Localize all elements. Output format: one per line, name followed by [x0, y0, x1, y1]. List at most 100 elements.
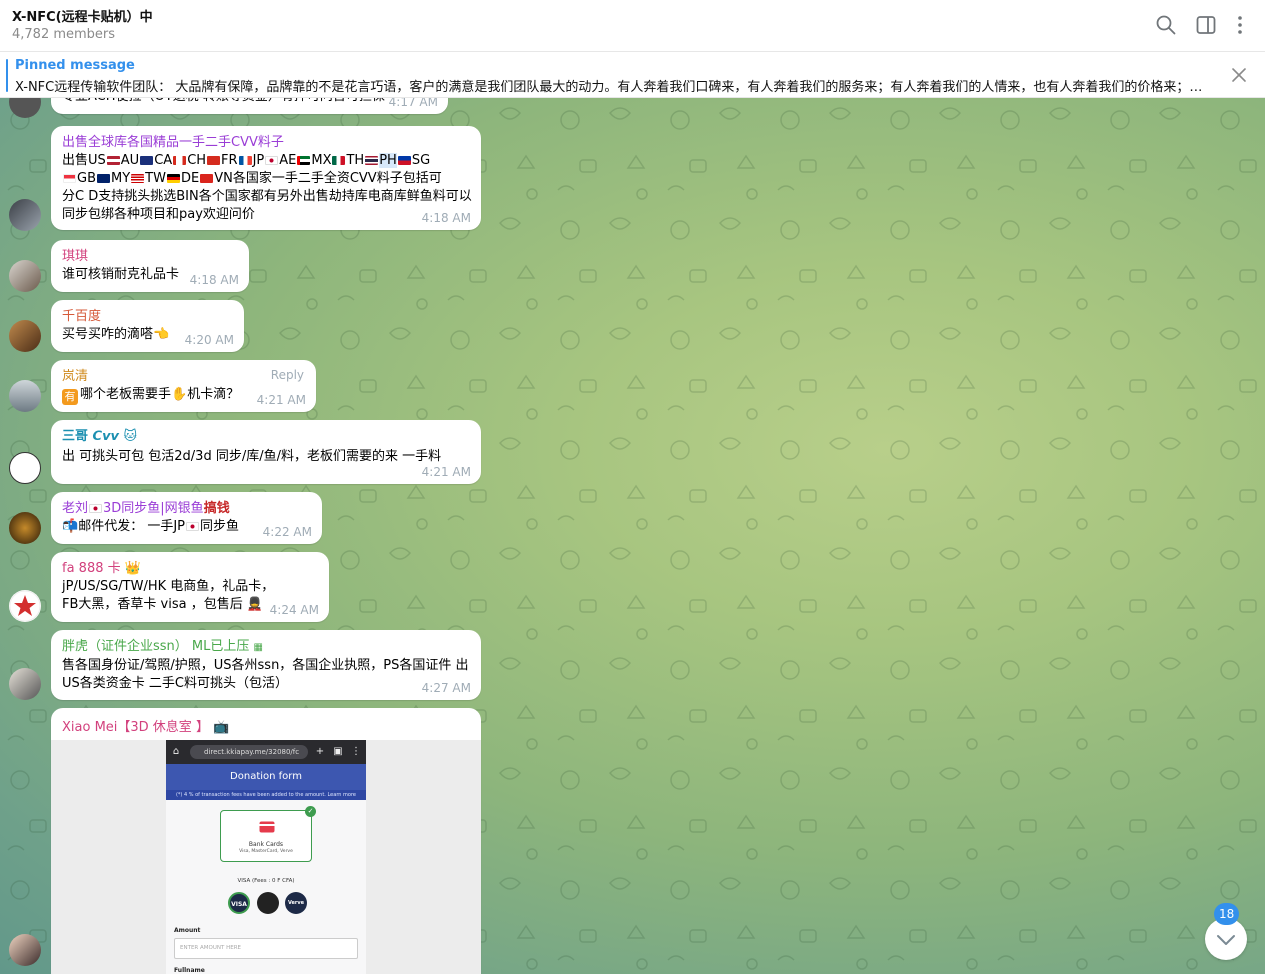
- message-text: 出 可挑头可包 包活2d/3d 同步/库/鱼/料，老板们需要的来 一手料: [62, 449, 442, 464]
- text-segment: AU: [120, 153, 140, 168]
- avatar[interactable]: [9, 320, 41, 352]
- avatar[interactable]: [9, 512, 41, 544]
- sender-name[interactable]: 岚清: [62, 368, 306, 386]
- amount-input: ENTER AMOUNT HERE: [174, 938, 358, 959]
- search-icon[interactable]: [1154, 13, 1178, 37]
- message-bubble[interactable]: 胖虎（证件企业ssn） ML已上压 ▦ 售各国身份证/驾照/护照，US各州ssn…: [51, 630, 481, 700]
- ch-flag-icon: [207, 156, 221, 165]
- sidebar-toggle-icon[interactable]: [1194, 13, 1218, 37]
- reply-button[interactable]: Reply: [271, 368, 304, 382]
- text-segment: FR: [221, 153, 238, 168]
- avatar[interactable]: [9, 668, 41, 700]
- visa-label: VISA (Fees : 0 F CFA): [237, 878, 295, 884]
- browser-url: direct.kkiapay.me/32080/fc: [190, 745, 308, 759]
- close-icon[interactable]: [1231, 67, 1247, 83]
- phone-screenshot: ⌂ direct.kkiapay.me/32080/fc + ▣ ⋮ Donat…: [166, 740, 366, 974]
- avatar[interactable]: [9, 452, 41, 484]
- text-segment: VN: [214, 171, 233, 186]
- sender-name[interactable]: 千百度: [62, 308, 234, 326]
- message-text: US各类资金卡 二手C料可挑头（包活）: [62, 676, 288, 691]
- text-segment: 出售US: [62, 153, 106, 168]
- sender-name[interactable]: 出售全球库各国精品一手二手CVV料子: [62, 134, 471, 152]
- sender-name[interactable]: 琪琪: [62, 248, 239, 266]
- message-bubble[interactable]: 出售全球库各国精品一手二手CVV料子 出售US AU CA CH FR JP AE MX TH P…: [51, 126, 481, 230]
- au-flag-icon: [140, 156, 154, 165]
- more-vertical-icon[interactable]: [1228, 13, 1252, 37]
- avatar[interactable]: [9, 199, 41, 231]
- tabs-icon: ▣: [333, 746, 343, 757]
- text-segment: GB: [77, 171, 96, 186]
- avatar[interactable]: [9, 260, 41, 292]
- text-segment: 同步鱼: [200, 519, 240, 534]
- message-bubble[interactable]: 三哥 𝘾𝙫𝙫 🐱 出 可挑头可包 包活2d/3d 同步/库/鱼/料，老板们需要的…: [51, 420, 481, 484]
- text-segment: FB大黑，香草卡 visa ，包售后: [62, 597, 243, 612]
- text-segment: Xiao Mei【3D 休息室 】: [62, 720, 209, 735]
- pinned-message-bar[interactable]: Pinned message X-NFC远程传输软件团队： 大品牌有保障，品牌靠…: [0, 52, 1265, 98]
- mailbox-emoji-icon: 📬: [62, 519, 79, 534]
- visa-icon: VISA: [228, 892, 250, 914]
- chat-header: X-NFC(远程卡贴机）中 4,782 members: [0, 0, 1265, 52]
- message-text: 分C D支持挑头挑选BIN各个国家都有另外出售劫持库电商库鲜鱼料可以: [62, 189, 472, 204]
- text-segment: CH: [187, 153, 207, 168]
- message-text: 出售US AU CA CH FR JP AE MX TH PH SG: [62, 152, 471, 170]
- pinned-indicator: [6, 59, 8, 92]
- guard-emoji-icon: 💂: [246, 597, 264, 612]
- verve-icon: Verve: [285, 892, 307, 914]
- sender-name[interactable]: fa 888 卡 👑: [62, 560, 319, 578]
- text-segment: MX: [311, 153, 332, 168]
- pointing-hand-emoji-icon: 👈: [153, 327, 170, 342]
- avatar[interactable]: [9, 590, 41, 622]
- message-text: jP/US/SG/TW/HK 电商鱼，礼品卡，: [62, 579, 275, 594]
- de-flag-icon: [166, 174, 180, 183]
- sender-name[interactable]: 老刘 3D同步鱼|网银鱼搞钱: [62, 500, 312, 518]
- message-bubble[interactable]: 老刘 3D同步鱼|网银鱼搞钱 📬邮件代发： 一手JP 同步鱼 4:22 AM: [51, 492, 322, 544]
- message-bubble[interactable]: 琪琪 谁可核销耐克礼品卡 4:18 AM: [51, 240, 249, 292]
- form-title: Donation form: [166, 764, 366, 790]
- avatar[interactable]: [9, 934, 41, 966]
- message-time: 4:21 AM: [256, 393, 306, 407]
- message-bubble[interactable]: 专业ACH梗拉（OT退税 转账等资金）有押可问否可担保 4:17 AM: [51, 98, 448, 114]
- text-segment: 邮件代发： 一手JP: [78, 519, 185, 534]
- message-bubble[interactable]: 岚清 Reply 有哪个老板需要手✋机卡滴？ 4:21 AM: [51, 360, 316, 412]
- chat-background: 专业ACH梗拉（OT退税 转账等资金）有押可问否可担保 4:17 AM 出售全球…: [0, 98, 1265, 974]
- text-segment: 哪个老板需要手: [80, 387, 172, 402]
- message-bubble[interactable]: fa 888 卡 👑 jP/US/SG/TW/HK 电商鱼，礼品卡， FB大黑，…: [51, 552, 329, 622]
- text-segment: CA: [154, 153, 173, 168]
- pinned-text: X-NFC远程传输软件团队： 大品牌有保障，品牌靠的不是花言巧语，客户的满意是我…: [15, 80, 1203, 95]
- message-time: 4:18 AM: [189, 273, 239, 287]
- message-time: 4:24 AM: [269, 603, 319, 617]
- mx-flag-icon: [332, 156, 346, 165]
- mastercard-icon: MC: [257, 892, 279, 914]
- card-subtitle: Visa, MasterCard, Verve: [239, 849, 293, 854]
- us-flag-icon: [106, 156, 120, 165]
- message-time: 4:18 AM: [421, 211, 471, 225]
- sender-name[interactable]: 三哥 𝘾𝙫𝙫 🐱: [62, 428, 471, 446]
- message-bubble[interactable]: 千百度 买号买咋的滴嗒👈 4:20 AM: [51, 300, 244, 352]
- message-time: 4:21 AM: [421, 465, 471, 479]
- crown-emoji-icon: 👑: [124, 561, 141, 576]
- text-segment: MY: [111, 171, 131, 186]
- message-text: 专业ACH梗拉（OT退税 转账等资金）有押可问否可担保: [62, 98, 438, 106]
- menu-icon: ⋮: [351, 746, 361, 757]
- image-message[interactable]: Xiao Mei【3D 休息室 】 📺 ⌂ direct.kkiapay.me/…: [51, 708, 481, 974]
- pinned-title: Pinned message: [15, 58, 135, 73]
- text-segment: SG: [411, 153, 431, 168]
- text-segment: 3D同步鱼|网银鱼: [103, 501, 204, 516]
- jp-flag-icon: [89, 504, 103, 513]
- text-segment: PH: [379, 153, 397, 168]
- tv-emoji-icon: 📺: [213, 720, 230, 735]
- chat-title[interactable]: X-NFC(远程卡贴机）中: [12, 6, 153, 25]
- cat-emoji-icon: 🐱: [123, 429, 138, 444]
- text-segment: TW: [145, 171, 166, 186]
- home-icon: ⌂: [172, 746, 180, 757]
- sender-name[interactable]: Xiao Mei【3D 休息室 】 📺: [62, 716, 229, 735]
- gb-flag-icon: [97, 174, 110, 183]
- attached-screenshot[interactable]: ⌂ direct.kkiapay.me/32080/fc + ▣ ⋮ Donat…: [51, 740, 481, 974]
- ae-flag-icon: [297, 156, 311, 165]
- avatar[interactable]: [9, 380, 41, 412]
- text-segment: 三哥 𝘾𝙫𝙫: [62, 429, 120, 444]
- amount-label: Amount: [174, 927, 201, 934]
- sender-name[interactable]: 胖虎（证件企业ssn） ML已上压 ▦: [62, 638, 471, 657]
- browser-bar: ⌂ direct.kkiapay.me/32080/fc + ▣ ⋮: [166, 740, 366, 764]
- text-segment: 买号买咋的滴嗒: [62, 327, 154, 342]
